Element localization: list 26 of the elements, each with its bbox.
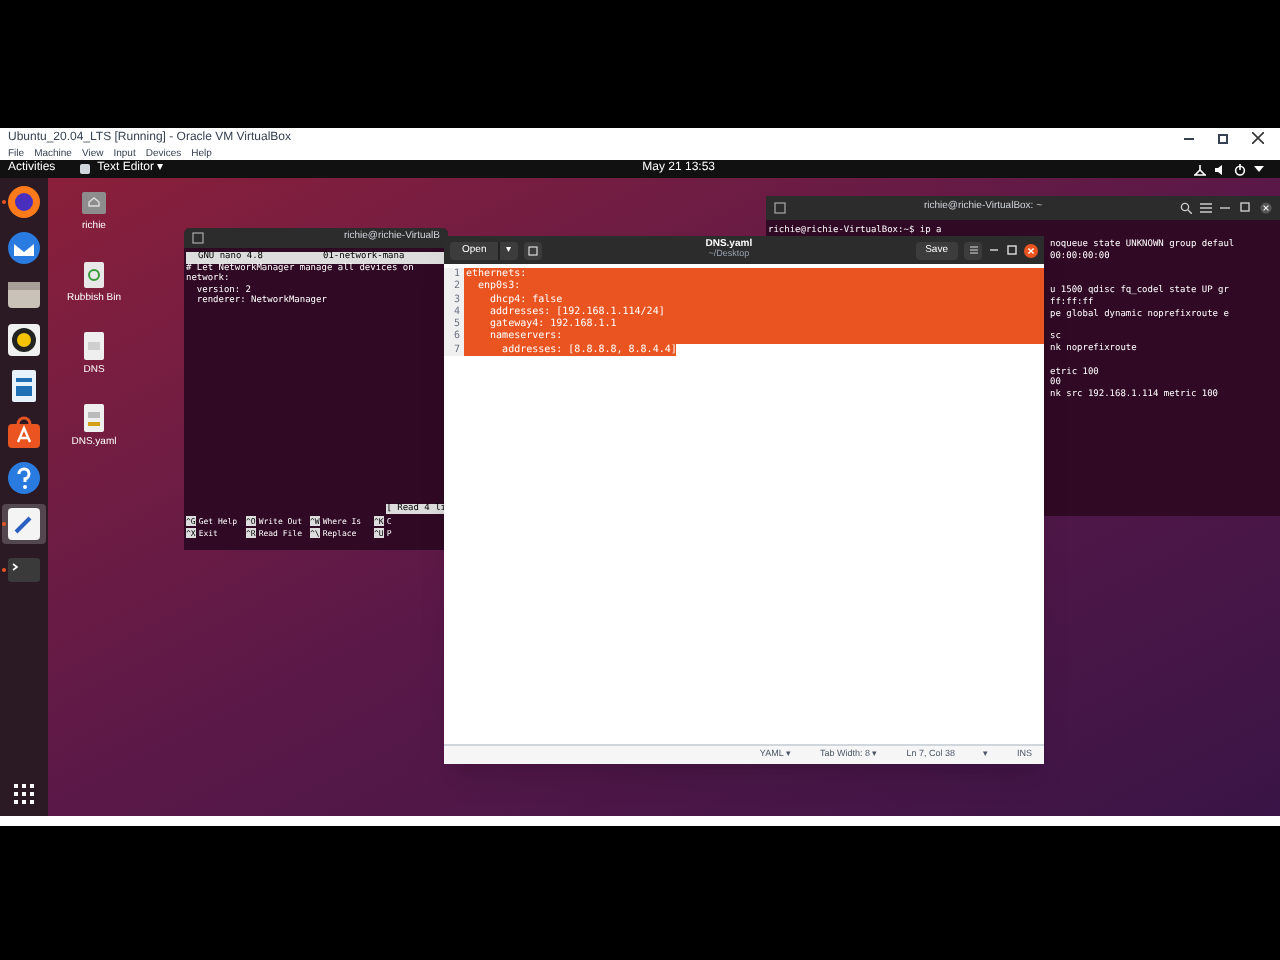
search-icon[interactable] [1179,202,1192,214]
file-icon[interactable] [78,330,110,362]
trash-icon[interactable] [78,258,110,290]
menu-button[interactable] [964,241,982,259]
document-icon[interactable] [6,368,42,404]
shopping-bag-icon[interactable] [6,414,42,450]
tab-icon [528,245,539,255]
home-folder-icon[interactable] [78,186,110,218]
speaker-icon[interactable] [6,322,42,358]
caret-icon[interactable] [1253,165,1264,173]
tab-icon[interactable] [774,202,786,214]
menu-icon[interactable] [1199,202,1212,214]
app-grid-icon[interactable] [14,784,34,804]
help-icon[interactable] [6,460,42,496]
power-icon[interactable] [1233,163,1246,175]
close-icon[interactable] [1252,132,1264,144]
mail-icon[interactable] [6,230,42,266]
minimize-icon[interactable] [1184,137,1194,139]
minimize-icon[interactable] [1219,202,1232,214]
maximize-icon[interactable] [1218,133,1228,143]
folder-icon[interactable] [6,276,42,312]
network-icon[interactable] [1193,163,1206,175]
new-tab-button[interactable] [524,241,543,259]
menu-icon [969,246,977,254]
minimize-icon[interactable] [988,244,1000,256]
tab-icon[interactable] [192,232,204,244]
